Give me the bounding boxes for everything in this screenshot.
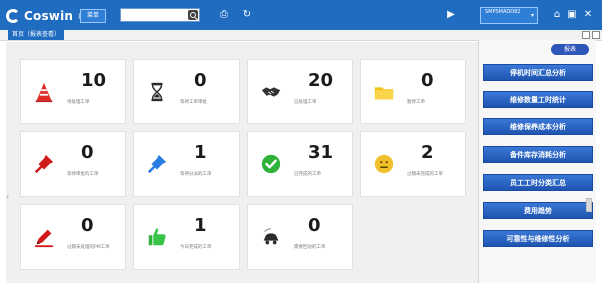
stat-label: 需要回访的工单 [294, 245, 326, 250]
stat-value: 31 [308, 142, 334, 163]
report-button[interactable]: 维修保养成本分析 [483, 118, 593, 135]
search-icon[interactable] [188, 10, 198, 20]
stat-card[interactable]: 2 过期未完成的工单 [360, 131, 466, 197]
hourglass-icon [151, 82, 163, 102]
right-scroll-handle[interactable] [586, 198, 592, 212]
report-button[interactable]: 费用趋势 [483, 202, 593, 219]
window-icon[interactable]: ▣ [566, 9, 578, 21]
car-icon [263, 228, 279, 245]
left-collapse-icon[interactable]: ‹ [6, 192, 12, 204]
report-button[interactable]: 可靠性与维修性分析 [483, 230, 593, 247]
stat-card[interactable]: 0 等待审批的工单 [20, 131, 126, 197]
user-name: SMPSMADD82 [485, 9, 521, 15]
check-icon [261, 154, 281, 174]
stat-label: 等待审批的工单 [67, 172, 99, 177]
coswin-logo: Coswin 8i [6, 8, 85, 24]
report-button[interactable]: 维修数量工时统计 [483, 91, 593, 108]
report-button[interactable]: 员工工时分类汇总 [483, 174, 593, 191]
stat-label: 待处理工单 [67, 100, 90, 105]
stat-value: 1 [194, 215, 207, 236]
report-button[interactable]: 备件库存消耗分析 [483, 146, 593, 163]
home-icon[interactable]: ⌂ [551, 9, 563, 21]
tab-control-2[interactable] [592, 31, 600, 39]
tab-control-1[interactable] [582, 31, 590, 39]
stat-label: 暂停工单 [407, 100, 425, 105]
stat-label: 等待分派的工单 [180, 172, 212, 177]
logo-text: Coswin [24, 9, 74, 23]
tab-home[interactable]: 首页（报表查看） [8, 30, 65, 40]
stat-value: 0 [194, 70, 207, 91]
stat-label: 过期未完成的工单 [407, 172, 443, 177]
stat-value: 2 [421, 142, 434, 163]
stat-label: 今日完成的工单 [180, 245, 212, 250]
search-box[interactable] [120, 8, 200, 29]
reports-pill[interactable]: 报表 [551, 44, 589, 55]
top-header: Coswin 8i 菜单 ⎙ ↻ ▶ SMPSMADD82 ▾ ⌂ ▣ ✕ [0, 0, 602, 30]
thumbs-up-icon [148, 228, 166, 246]
stat-card[interactable]: 20 已处理工单 [247, 59, 353, 124]
search-input[interactable] [121, 16, 189, 29]
pin-blue-icon [147, 154, 167, 174]
stat-value: 0 [308, 215, 321, 236]
neutral-face-icon [374, 154, 394, 174]
stat-card[interactable]: 0 暂停工单 [360, 59, 466, 124]
pin-red-icon [34, 154, 54, 174]
chevron-down-icon: ▾ [530, 12, 534, 19]
user-menu-icon[interactable]: ▶ [442, 9, 460, 21]
stat-card[interactable]: 10 待处理工单 [20, 59, 126, 124]
stat-card[interactable]: 1 等待分派的工单 [133, 131, 240, 197]
handshake-icon [261, 87, 281, 97]
stat-card[interactable]: 0 过期未处理的PM工单 [20, 204, 126, 270]
coswin-logo-mark [6, 9, 20, 23]
stat-card[interactable]: 0 等待工单审批 [133, 59, 240, 124]
right-panel: 报表 停机时间汇总分析 维修数量工时统计 维修保养成本分析 备件库存消耗分析 员… [478, 40, 596, 283]
cone-icon [35, 82, 53, 103]
stat-value: 0 [421, 70, 434, 91]
stat-value: 10 [81, 70, 107, 91]
stat-value: 1 [194, 142, 207, 163]
stat-card[interactable]: 31 已完成的工单 [247, 131, 353, 197]
close-icon[interactable]: ✕ [582, 9, 594, 21]
stat-label: 已处理工单 [294, 100, 317, 105]
stat-card[interactable]: 0 需要回访的工单 [247, 204, 353, 270]
stat-value: 0 [81, 215, 94, 236]
print-icon[interactable]: ⎙ [218, 9, 230, 21]
folder-icon [374, 87, 394, 100]
stat-label: 已完成的工单 [294, 172, 321, 177]
report-button[interactable]: 停机时间汇总分析 [483, 64, 593, 81]
stat-card[interactable]: 1 今日完成的工单 [133, 204, 240, 270]
user-box[interactable]: SMPSMADD82 ▾ [480, 7, 538, 24]
stat-value: 20 [308, 70, 334, 91]
menu-button[interactable]: 菜单 [80, 9, 106, 23]
refresh-icon[interactable]: ↻ [241, 9, 253, 21]
stat-value: 0 [81, 142, 94, 163]
stat-label: 等待工单审批 [180, 100, 207, 105]
pen-icon [34, 229, 54, 248]
stat-label: 过期未处理的PM工单 [67, 245, 110, 250]
